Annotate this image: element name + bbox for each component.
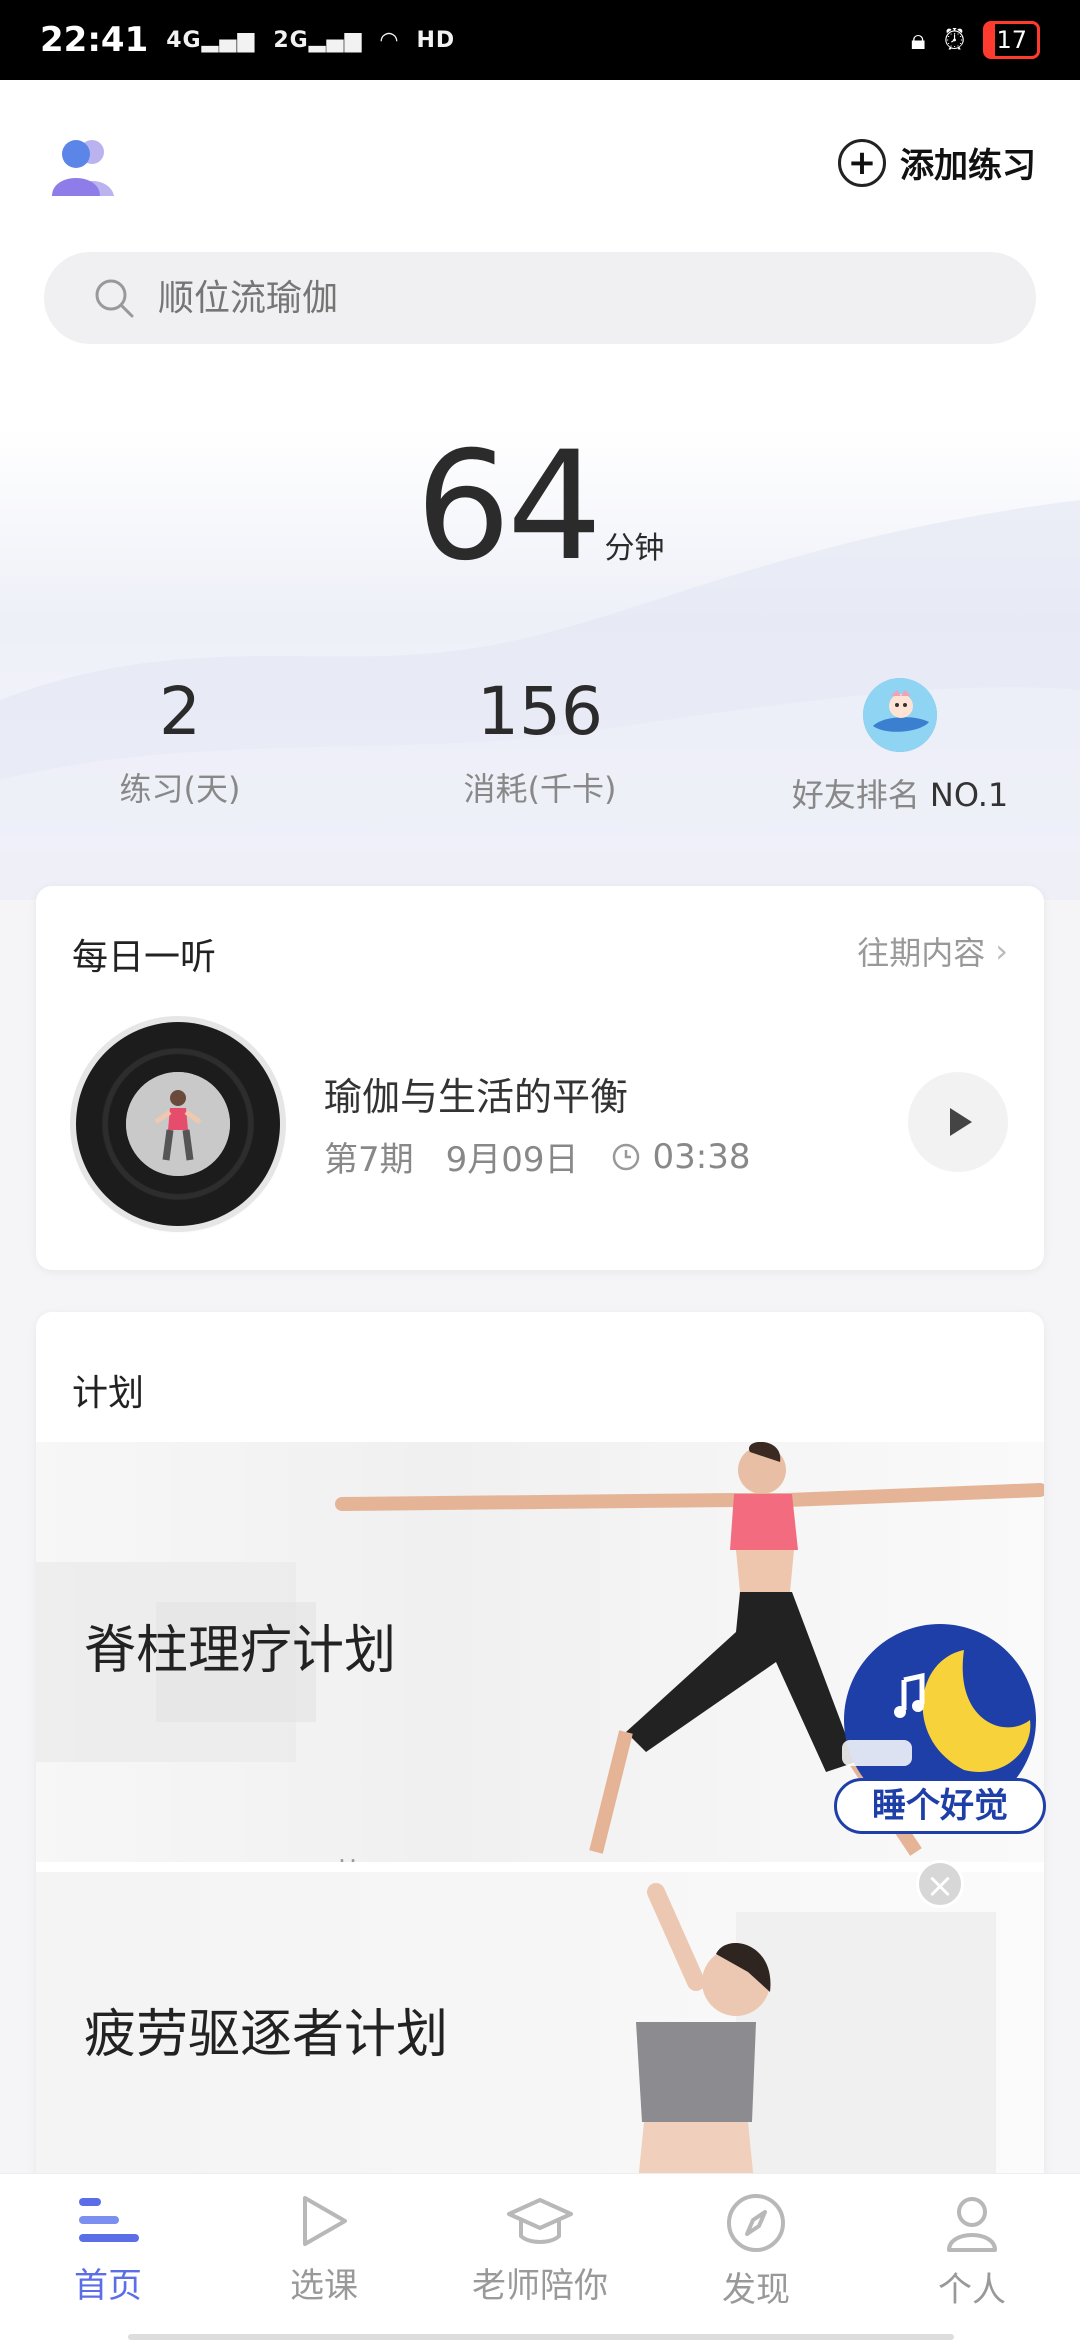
friend-rank-badge-icon — [863, 678, 937, 752]
past-content-link[interactable]: 往期内容 › — [857, 928, 1008, 974]
status-bar: 22:41 4G▂▄▆ 2G▂▄▆ ◠ HD 🔒︎ ⏰︎ 17 — [0, 0, 1080, 80]
hd-icon: HD — [416, 27, 456, 53]
minutes-unit: 分钟 — [604, 531, 665, 566]
stat-calories[interactable]: 156 消耗(千卡) — [360, 672, 720, 816]
home-gesture-bar — [128, 2334, 954, 2340]
daily-listen-title: 每日一听 — [72, 937, 217, 978]
friend-rank-value: NO.1 — [929, 776, 1009, 814]
stat-friend-rank[interactable]: 好友排名 NO.1 — [720, 672, 1080, 816]
episode-issue: 第7期 — [324, 1140, 414, 1180]
search-input[interactable] — [156, 276, 960, 320]
add-practice-button[interactable]: + 添加练习 — [838, 138, 1036, 187]
chevron-right-icon: › — [995, 932, 1008, 970]
status-time: 22:41 — [40, 20, 149, 60]
sleep-badge-label: 睡个好觉 — [834, 1778, 1046, 1834]
alarm-icon: ⏰︎ — [943, 23, 966, 56]
search-bar[interactable] — [44, 252, 1036, 344]
search-icon — [95, 279, 134, 318]
episode-duration: 03:38 — [652, 1136, 751, 1177]
total-minutes: 64 分钟 — [0, 420, 1080, 594]
tab-discover[interactable]: 发现 — [648, 2174, 864, 2340]
status-right: 🔒︎ ⏰︎ 17 — [911, 21, 1040, 59]
plus-circle-icon: + — [838, 138, 886, 187]
play-icon — [303, 2196, 347, 2246]
tab-label: 发现 — [722, 2270, 790, 2310]
stat-label: 好友排名 — [791, 776, 920, 814]
stat-value: 156 — [477, 673, 603, 750]
stat-practice-days[interactable]: 2 练习(天) — [0, 672, 360, 816]
plan-progress-text: 1/9节 — [280, 1850, 364, 1862]
tab-home[interactable]: 首页 — [0, 2174, 216, 2340]
episode-date: 9月09日 — [445, 1140, 579, 1180]
episode-meta: 第7期 9月09日 03:38 — [324, 1132, 751, 1181]
close-badge-button[interactable]: × — [916, 1860, 964, 1908]
stats-row: 2 练习(天) 156 消耗(千卡) 好友排名 NO.1 — [0, 672, 1080, 816]
status-left: 22:41 4G▂▄▆ 2G▂▄▆ ◠ HD — [40, 20, 455, 60]
vinyl-record-cover[interactable] — [76, 1022, 280, 1226]
stat-value: 2 — [159, 673, 201, 750]
person-icon — [947, 2197, 997, 2252]
tab-profile[interactable]: 个人 — [864, 2174, 1080, 2340]
tab-teacher[interactable]: 老师陪你 — [432, 2174, 648, 2340]
tab-label: 老师陪你 — [472, 2266, 608, 2306]
stat-label: 消耗(千卡) — [463, 770, 617, 808]
tab-label: 选课 — [290, 2266, 358, 2306]
friends-icon[interactable] — [48, 130, 120, 202]
tab-label: 首页 — [74, 2266, 142, 2306]
past-content-label: 往期内容 — [857, 934, 986, 972]
daily-listen-card: 每日一听 往期内容 › 瑜伽与生活的平衡 第7期 9月09日 03:38 — [36, 886, 1044, 1270]
plans-title: 计划 — [72, 1373, 145, 1414]
lock-rotation-icon: 🔒︎ — [910, 23, 926, 56]
tab-label: 个人 — [938, 2270, 1006, 2310]
play-button[interactable] — [908, 1072, 1008, 1172]
sleep-promo-badge[interactable]: 睡个好觉 — [834, 1620, 1046, 1834]
add-practice-label: 添加练习 — [900, 146, 1036, 186]
compass-icon — [727, 2194, 785, 2252]
home-icon — [79, 2198, 139, 2242]
plan-name: 疲劳驱逐者计划 — [84, 2005, 449, 2065]
plan-name: 脊柱理疗计划 — [84, 1621, 397, 1681]
stat-label: 练习(天) — [119, 770, 241, 808]
signal-4g-icon: 4G▂▄▆ — [166, 27, 256, 53]
minutes-value: 64 — [415, 420, 603, 594]
play-icon — [950, 1108, 972, 1136]
clock-icon — [612, 1143, 639, 1170]
signal-2g-icon: 2G▂▄▆ — [273, 27, 363, 53]
episode-cover-image — [126, 1072, 230, 1176]
tab-courses[interactable]: 选课 — [216, 2174, 432, 2340]
episode-title[interactable]: 瑜伽与生活的平衡 — [324, 1066, 628, 1121]
close-icon: × — [925, 1866, 955, 1906]
battery-icon: 17 — [983, 21, 1040, 59]
wifi-icon: ◠ — [380, 27, 399, 53]
graduation-cap-icon — [507, 2198, 573, 2244]
moon-music-icon — [842, 1624, 1036, 1792]
bottom-navigation: 首页 选课 老师陪你 发现 个人 — [0, 2173, 1080, 2340]
